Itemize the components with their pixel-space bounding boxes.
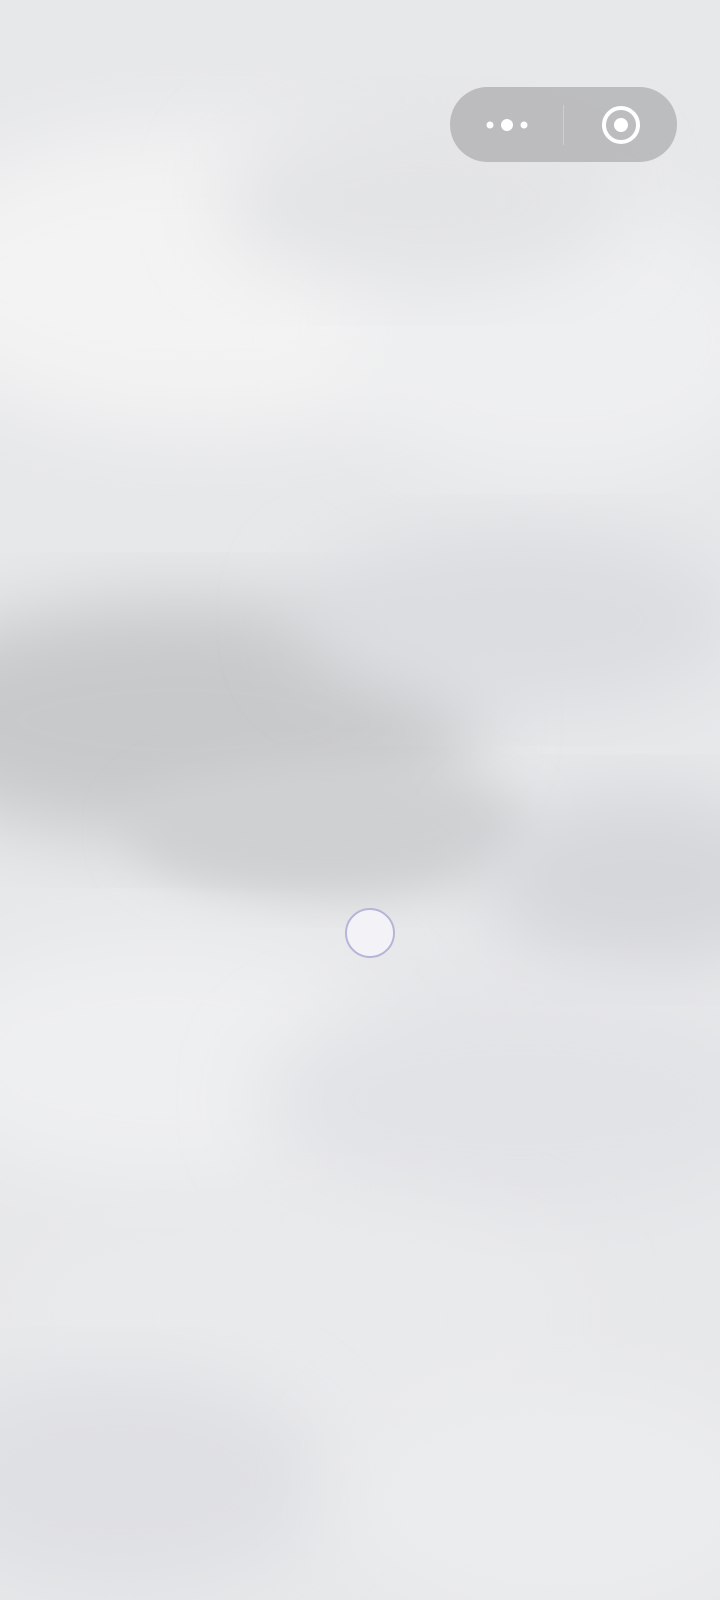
target-close-icon bbox=[601, 105, 640, 144]
loading-circle-icon bbox=[345, 908, 395, 958]
mini-program-capsule bbox=[450, 87, 677, 162]
mini-program-screen bbox=[0, 0, 720, 1600]
camera-feed-background bbox=[0, 0, 720, 1600]
more-button[interactable] bbox=[450, 87, 563, 162]
more-dots-icon bbox=[486, 118, 527, 131]
close-button[interactable] bbox=[564, 87, 677, 162]
